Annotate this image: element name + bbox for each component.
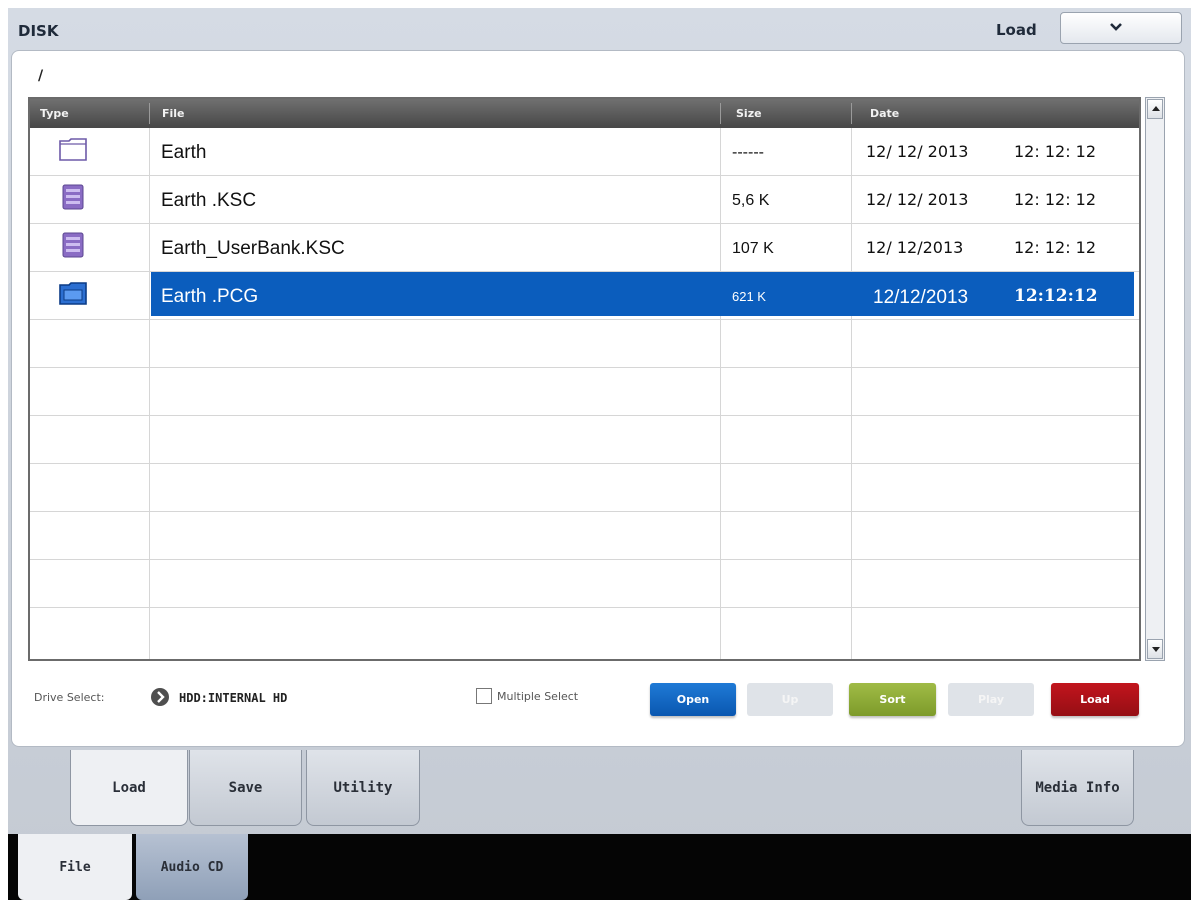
table-row-empty — [30, 416, 1139, 464]
current-path: / — [38, 68, 44, 84]
drive-select-button[interactable] — [151, 688, 169, 706]
file-size: 107 K — [732, 240, 774, 257]
table-row-empty — [30, 512, 1139, 560]
multiple-select-label: Multiple Select — [497, 690, 579, 703]
table-row-empty — [30, 560, 1139, 608]
file-size: 621 K — [732, 289, 766, 304]
chevron-right-icon — [157, 691, 165, 703]
mode-dropdown[interactable] — [1060, 12, 1182, 44]
table-row-selected[interactable]: Earth .PCG 621 K 12/12/2013 12:12:12 — [30, 272, 1139, 320]
table-header: Type File Size Date — [30, 99, 1139, 128]
file-date: 12/ 12/2013 — [866, 238, 964, 257]
file-table: Type File Size Date Earth ------ 12/ 12/… — [28, 97, 1141, 661]
column-header-date[interactable]: Date — [870, 107, 899, 120]
file-date: 12/ 12/ 2013 — [866, 142, 969, 161]
file-name: Earth .PCG — [161, 286, 259, 307]
load-button[interactable]: Load — [1051, 683, 1139, 716]
file-date: 12/12/2013 — [873, 287, 969, 308]
tab-file[interactable]: File — [18, 834, 132, 900]
table-row[interactable]: Earth_UserBank.KSC 107 K 12/ 12/2013 12:… — [30, 224, 1139, 272]
tab-save[interactable]: Save — [189, 750, 302, 826]
drive-select-value: HDD:INTERNAL HD — [179, 691, 288, 705]
drive-select-label: Drive Select: — [34, 691, 105, 704]
table-row-empty — [30, 608, 1139, 656]
file-time: 12: 12: 12 — [1014, 190, 1097, 209]
table-row[interactable]: Earth .KSC 5,6 K 12/ 12/ 2013 12: 12: 12 — [30, 176, 1139, 224]
open-button[interactable]: Open — [650, 683, 736, 716]
tab-media-info[interactable]: Media Info — [1021, 750, 1134, 826]
title-bar: DISK Load — [8, 8, 1191, 48]
folder-icon — [59, 138, 87, 161]
file-time: 12: 12: 12 — [1014, 238, 1097, 257]
table-row[interactable]: Earth ------ 12/ 12/ 2013 12: 12: 12 — [30, 128, 1139, 176]
mode-label: Load — [996, 21, 1037, 39]
scroll-up-button[interactable] — [1147, 99, 1163, 119]
scroll-down-button[interactable] — [1147, 639, 1163, 659]
column-header-size[interactable]: Size — [736, 107, 762, 120]
sort-button[interactable]: Sort — [849, 683, 936, 716]
vertical-scrollbar[interactable] — [1145, 97, 1165, 661]
ksc-file-icon — [62, 232, 84, 258]
disk-screen: DISK Load / Type File Size Date Earth --… — [8, 8, 1191, 900]
file-size: 5,6 K — [732, 192, 770, 209]
page-title: DISK — [18, 22, 59, 40]
column-header-file[interactable]: File — [162, 107, 185, 120]
table-row-empty — [30, 368, 1139, 416]
column-header-type[interactable]: Type — [40, 107, 69, 120]
chevron-down-icon — [1110, 23, 1122, 31]
tab-load[interactable]: Load — [70, 750, 188, 826]
file-name: Earth — [161, 142, 207, 163]
pcg-folder-icon — [59, 282, 87, 305]
tab-audio-cd[interactable]: Audio CD — [136, 834, 248, 900]
file-name: Earth .KSC — [161, 190, 257, 211]
file-time: 12: 12: 12 — [1014, 142, 1097, 161]
selection-highlight — [151, 272, 1134, 316]
multiple-select-checkbox[interactable] — [476, 688, 492, 704]
bottom-tab-bar: File Audio CD — [8, 834, 1191, 900]
file-time: 12:12:12 — [1014, 286, 1098, 306]
play-button[interactable]: Play — [948, 683, 1034, 716]
up-button[interactable]: Up — [747, 683, 833, 716]
file-date: 12/ 12/ 2013 — [866, 190, 969, 209]
file-size: ------ — [732, 144, 764, 161]
ksc-file-icon — [62, 184, 84, 210]
arrow-down-icon — [1152, 647, 1160, 652]
table-row-empty — [30, 320, 1139, 368]
table-row-empty — [30, 464, 1139, 512]
file-name: Earth_UserBank.KSC — [161, 238, 345, 259]
arrow-up-icon — [1152, 106, 1160, 111]
tab-utility[interactable]: Utility — [306, 750, 420, 826]
